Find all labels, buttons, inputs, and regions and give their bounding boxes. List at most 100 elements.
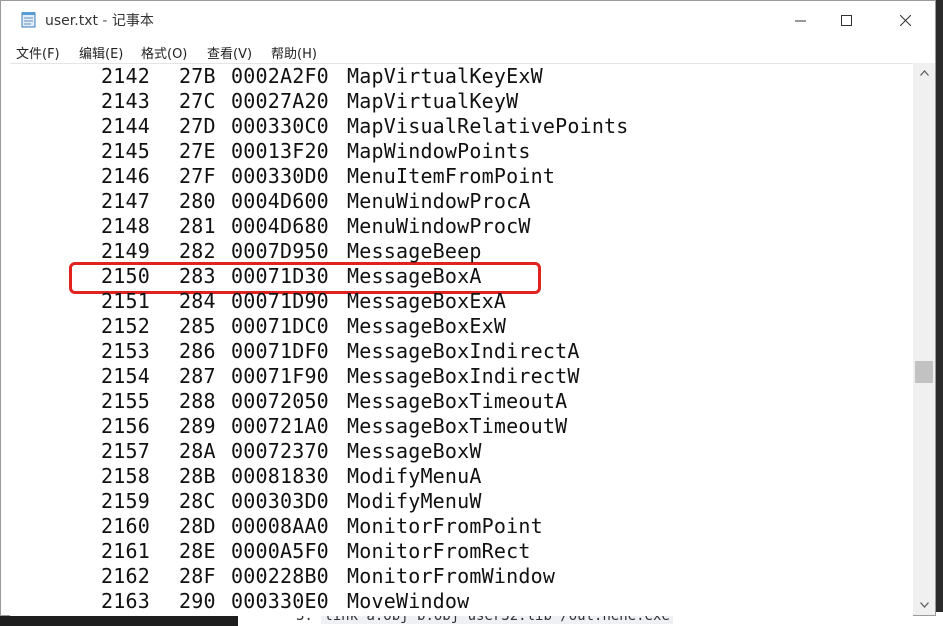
- scroll-down-button[interactable]: [913, 595, 935, 615]
- chevron-down-icon: [919, 602, 929, 608]
- ordinal: 281: [179, 214, 216, 238]
- function-name: ModifyMenuW: [347, 489, 482, 513]
- scroll-up-button[interactable]: [913, 63, 935, 83]
- function-name: MessageBeep: [347, 239, 482, 263]
- ordinal: 288: [179, 389, 216, 413]
- chevron-up-icon: [919, 70, 929, 76]
- text-line: 2160 28D 00008AA0 MonitorFromPoint: [10, 514, 910, 539]
- menu-bar: 文件(F) 编辑(E) 格式(O) 查看(V) 帮助(H): [1, 39, 935, 63]
- function-name: MessageBoxIndirectW: [347, 364, 580, 388]
- ordinal: 27F: [179, 164, 216, 188]
- maximize-icon: [840, 14, 852, 26]
- line-number: 2156: [101, 414, 150, 438]
- line-number: 2147: [101, 189, 150, 213]
- line-number: 2149: [101, 239, 150, 263]
- text-line: 2159 28C 000303D0 ModifyMenuW: [10, 489, 910, 514]
- ordinal: 286: [179, 339, 216, 363]
- line-number: 2150: [101, 264, 150, 288]
- minimize-icon: [794, 20, 806, 21]
- menu-file[interactable]: 文件(F): [16, 43, 60, 62]
- rva-address: 000330D0: [231, 164, 329, 188]
- rva-address: 00008AA0: [231, 514, 329, 538]
- function-name: MonitorFromRect: [347, 539, 531, 563]
- rva-address: 00072370: [231, 439, 329, 463]
- rva-address: 000303D0: [231, 489, 329, 513]
- ordinal: 28B: [179, 464, 216, 488]
- rva-address: 0002A2F0: [231, 64, 329, 88]
- ordinal: 27E: [179, 139, 216, 163]
- line-number: 2148: [101, 214, 150, 238]
- function-name: MonitorFromPoint: [347, 514, 543, 538]
- text-line: 2162 28F 000228B0 MonitorFromWindow: [10, 564, 910, 589]
- text-line: 2154 287 00071F90 MessageBoxIndirectW: [10, 364, 910, 389]
- notepad-icon: [21, 12, 36, 28]
- rva-address: 00081830: [231, 464, 329, 488]
- text-editor-area[interactable]: 2142 27B 0002A2F0 MapVirtualKeyExW 2143 27C 00…: [10, 63, 913, 616]
- ordinal: 283: [179, 264, 216, 288]
- text-line: 2143 27C 00027A20 MapVirtualKeyW: [10, 89, 910, 114]
- rva-address: 00071D90: [231, 289, 329, 313]
- menu-help[interactable]: 帮助(H): [271, 43, 317, 62]
- text-line: 2150 283 00071D30 MessageBoxA: [10, 264, 910, 289]
- ordinal: 27C: [179, 89, 216, 113]
- rva-address: 00071D30: [231, 264, 329, 288]
- rva-address: 0007D950: [231, 239, 329, 263]
- rva-address: 000330E0: [231, 589, 329, 613]
- line-number: 2153: [101, 339, 150, 363]
- title-bar[interactable]: user.txt - 记事本: [1, 1, 935, 39]
- line-number: 2162: [101, 564, 150, 588]
- line-number: 2142: [101, 64, 150, 88]
- ordinal: 28C: [179, 489, 216, 513]
- function-name: MessageBoxIndirectA: [347, 339, 580, 363]
- ordinal: 280: [179, 189, 216, 213]
- text-line: 2153 286 00071DF0 MessageBoxIndirectA: [10, 339, 910, 364]
- line-number: 2151: [101, 289, 150, 313]
- function-name: MapVirtualKeyExW: [347, 64, 543, 88]
- text-line: 2152 285 00071DC0 MessageBoxExW: [10, 314, 910, 339]
- menu-edit[interactable]: 编辑(E): [79, 43, 123, 62]
- rva-address: 00027A20: [231, 89, 329, 113]
- ordinal: 28D: [179, 514, 216, 538]
- text-line: 2157 28A 00072370 MessageBoxW: [10, 439, 910, 464]
- function-name: MessageBoxA: [347, 264, 482, 288]
- close-button[interactable]: [882, 1, 928, 39]
- line-number: 2159: [101, 489, 150, 513]
- line-number: 2154: [101, 364, 150, 388]
- function-name: MenuItemFromPoint: [347, 164, 556, 188]
- maximize-button[interactable]: [823, 1, 869, 39]
- menu-view[interactable]: 查看(V): [207, 43, 252, 62]
- rva-address: 0004D600: [231, 189, 329, 213]
- title-separator: -: [97, 13, 112, 29]
- ordinal: 27D: [179, 114, 216, 138]
- function-name: MonitorFromWindow: [347, 564, 556, 588]
- ordinal: 282: [179, 239, 216, 263]
- rva-address: 0000A5F0: [231, 539, 329, 563]
- line-number: 2155: [101, 389, 150, 413]
- function-name: ModifyMenuA: [347, 464, 482, 488]
- line-number: 2145: [101, 139, 150, 163]
- menu-format[interactable]: 格式(O): [141, 43, 187, 62]
- text-line: 2158 28B 00081830 ModifyMenuA: [10, 464, 910, 489]
- line-number: 2146: [101, 164, 150, 188]
- title-app-name: 记事本: [111, 13, 154, 29]
- rva-address: 00072050: [231, 389, 329, 413]
- function-name: MessageBoxW: [347, 439, 482, 463]
- text-line: 2144 27D 000330C0 MapVisualRelativePoints: [10, 114, 910, 139]
- function-name: MapVirtualKeyW: [347, 89, 519, 113]
- rva-address: 000721A0: [231, 414, 329, 438]
- ordinal: 28E: [179, 539, 216, 563]
- line-number: 2163: [101, 589, 150, 613]
- desktop-background-strip: [936, 0, 943, 626]
- text-line: 2145 27E 00013F20 MapWindowPoints: [10, 139, 910, 164]
- rva-address: 000228B0: [231, 564, 329, 588]
- text-line: 2163 290 000330E0 MoveWindow: [10, 589, 910, 614]
- function-name: MapWindowPoints: [347, 139, 531, 163]
- window-title: user.txt - 记事本: [45, 10, 154, 30]
- vertical-scrollbar[interactable]: [913, 63, 935, 615]
- ordinal: 284: [179, 289, 216, 313]
- scroll-thumb[interactable]: [915, 361, 933, 383]
- text-line: 2142 27B 0002A2F0 MapVirtualKeyExW: [10, 64, 910, 89]
- minimize-button[interactable]: [777, 1, 823, 39]
- function-name: MessageBoxExA: [347, 289, 507, 313]
- line-number: 2152: [101, 314, 150, 338]
